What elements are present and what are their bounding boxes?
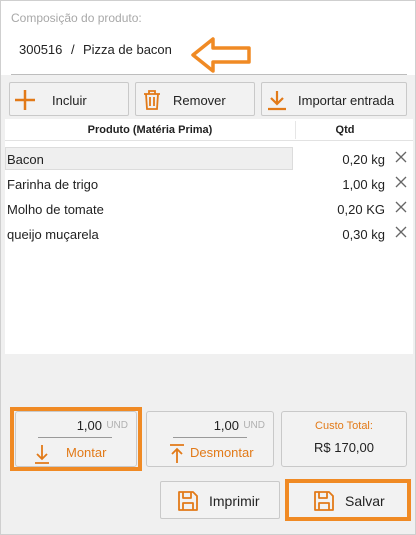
remove-button-label: Remover [173, 93, 226, 108]
desmontar-button[interactable]: Desmontar [147, 442, 273, 466]
trash-icon [144, 90, 160, 110]
close-icon[interactable] [393, 174, 409, 190]
ingredient-name[interactable]: queijo muçarela [7, 227, 99, 242]
desmontar-input-underline [173, 437, 247, 438]
cost-value: R$ 170,00 [314, 440, 374, 455]
save-icon [178, 491, 198, 511]
cost-panel: Custo Total: R$ 170,00 [281, 411, 407, 467]
header-divider [11, 74, 407, 75]
montar-input-underline [38, 437, 112, 438]
desmontar-panel: 1,00 UND Desmontar [146, 411, 274, 467]
montar-panel: 1,00 UND Montar [15, 411, 137, 467]
ingredient-name[interactable]: Farinha de trigo [7, 177, 98, 192]
selected-cell [5, 147, 293, 170]
product-name: Pizza de bacon [83, 42, 172, 57]
import-entry-button[interactable]: Importar entrada [261, 82, 407, 116]
arrow-down-icon [35, 445, 49, 464]
table-row[interactable]: Farinha de trigo 1,00 kg [5, 172, 413, 196]
window-title: Composição do produto: [11, 11, 142, 25]
montar-qty-input[interactable]: 1,00 [77, 418, 102, 433]
ingredient-name[interactable]: Bacon [7, 152, 44, 167]
table-row[interactable]: Molho de tomate 0,20 KG [5, 197, 413, 221]
title-bar: Composição do produto: [1, 1, 415, 31]
column-separator [295, 121, 296, 139]
save-icon [314, 491, 334, 511]
add-button-label: Incluir [52, 93, 87, 108]
table-row[interactable]: queijo muçarela 0,30 kg [5, 222, 413, 246]
composition-window: Composição do produto: 300516 / Pizza de… [0, 0, 416, 535]
cost-title: Custo Total: [315, 420, 373, 432]
montar-button[interactable]: Montar [16, 442, 136, 466]
column-header-qty[interactable]: Qtd [300, 124, 390, 136]
print-button[interactable]: Imprimir [160, 481, 280, 519]
product-separator: / [71, 42, 75, 57]
ingredients-table: Produto (Matéria Prima) Qtd Bacon 0,20 k… [5, 119, 413, 354]
ingredient-qty[interactable]: 0,20 kg [342, 152, 385, 167]
montar-unit: UND [106, 420, 128, 431]
close-icon[interactable] [393, 149, 409, 165]
column-header-product[interactable]: Produto (Matéria Prima) [5, 124, 295, 136]
product-code: 300516 [19, 42, 63, 57]
desmontar-label: Desmontar [190, 445, 254, 460]
import-entry-label: Importar entrada [298, 93, 395, 108]
ingredient-qty[interactable]: 1,00 kg [342, 177, 385, 192]
close-icon[interactable] [393, 224, 409, 240]
product-header: 300516 / Pizza de bacon [1, 31, 415, 75]
desmontar-qty-input[interactable]: 1,00 [214, 418, 239, 433]
table-header: Produto (Matéria Prima) Qtd [5, 119, 413, 141]
add-button[interactable]: Incluir [9, 82, 129, 116]
download-icon [268, 91, 286, 111]
table-row[interactable]: Bacon 0,20 kg [5, 147, 413, 171]
arrow-left-icon [191, 37, 251, 73]
plus-icon [15, 90, 35, 110]
print-label: Imprimir [209, 493, 260, 509]
desmontar-unit: UND [243, 420, 265, 431]
ingredient-name[interactable]: Molho de tomate [7, 202, 104, 217]
remove-button[interactable]: Remover [135, 82, 255, 116]
ingredient-qty[interactable]: 0,20 KG [337, 202, 385, 217]
montar-label: Montar [66, 445, 107, 460]
save-button[interactable]: Salvar [288, 481, 408, 519]
save-label: Salvar [345, 493, 385, 509]
ingredient-qty[interactable]: 0,30 kg [342, 227, 385, 242]
close-icon[interactable] [393, 199, 409, 215]
arrow-up-icon [170, 444, 184, 463]
